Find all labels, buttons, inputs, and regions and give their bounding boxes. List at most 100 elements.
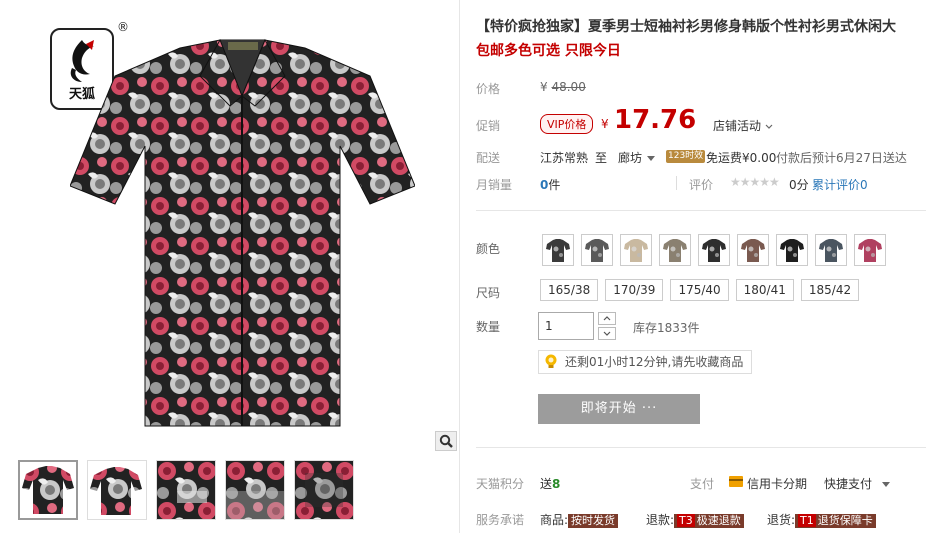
credit-card-icon [729, 476, 743, 487]
dropdown-arrow-icon [882, 482, 891, 487]
size-option[interactable]: 175/40 [670, 279, 729, 301]
credit-installment-link[interactable]: 信用卡分期 [747, 475, 807, 492]
quantity-input[interactable]: 1 [538, 312, 594, 340]
thumbnail-image [20, 462, 76, 518]
shirt-thumbnail-icon [702, 239, 726, 262]
product-title: 【特价疯抢独家】夏季男士短袖衬衫男修身韩版个性衬衫男式休闲大 [476, 19, 896, 35]
thumbnail-3[interactable] [156, 460, 216, 520]
thumbnail-4[interactable] [225, 460, 285, 520]
rating-value: 0分 [789, 178, 809, 192]
chevron-up-icon [603, 316, 611, 321]
notice-text: 还剩01小时12分钟,请先收藏商品 [565, 355, 744, 369]
size-label: 尺码 [476, 286, 501, 300]
quantity-label: 数量 [476, 320, 501, 334]
thumbnail-2[interactable] [87, 460, 147, 520]
sale-countdown-notice: 还剩01小时12分钟,请先收藏商品 [538, 350, 753, 374]
vip-price-tag: VIP价格 [540, 114, 594, 134]
shirt-thumbnail-icon [624, 239, 648, 262]
color-options [542, 234, 886, 266]
divider [676, 176, 677, 190]
quantity-decrease-button[interactable] [598, 327, 616, 340]
store-activity-label: 店铺活动 [713, 119, 762, 133]
shirt-thumbnail-icon [780, 239, 804, 262]
divider [476, 210, 926, 211]
shirt-thumbnail-icon [858, 239, 882, 262]
product-gallery: 天狐 ® [10, 6, 458, 451]
stock-count: 库存1833件 [633, 321, 700, 335]
thumbnail-image [226, 461, 284, 519]
points-value: 送8 [540, 475, 560, 492]
original-price-value: 48.00 [551, 80, 586, 94]
quick-pay-dropdown[interactable]: 快捷支付 [824, 475, 891, 492]
thumbnail-list [18, 460, 354, 520]
divider [476, 447, 926, 448]
promo-currency: ¥ [601, 117, 609, 131]
shirt-thumbnail-icon [585, 239, 609, 262]
size-option[interactable]: 180/41 [735, 279, 794, 301]
color-swatch[interactable] [581, 234, 613, 266]
goods-promise: 商品: 按时发货 [540, 511, 619, 528]
color-swatch[interactable] [698, 234, 730, 266]
shipping-label: 配送 [476, 151, 501, 165]
rating-stars-icon: ★★★★★ [730, 175, 780, 189]
points-prefix: 送 [540, 477, 553, 491]
registered-mark: ® [117, 20, 129, 34]
cumulative-reviews-link[interactable]: 累计评价0 [812, 176, 868, 193]
color-swatch[interactable] [776, 234, 808, 266]
return-card-tag[interactable]: T1 退货保障卡 [795, 514, 876, 528]
size-option[interactable]: 165/38 [540, 279, 599, 301]
on-time-shipping-tag[interactable]: 按时发货 [568, 514, 619, 528]
refund-tag-text: 极速退款 [696, 514, 741, 527]
quick-pay-label: 快捷支付 [824, 477, 873, 491]
main-product-image [70, 38, 415, 427]
price-label: 价格 [476, 82, 501, 96]
dropdown-arrow-icon [647, 156, 656, 161]
monthly-sales-label: 月销量 [476, 178, 513, 192]
refund-badge: T3 [677, 514, 695, 527]
service-promise-label: 服务承诺 [476, 513, 525, 527]
thumbnail-image [157, 461, 215, 519]
thumbnail-image [88, 461, 146, 519]
active-indicator [44, 460, 56, 461]
ship-to-value: 廊坊 [618, 151, 643, 165]
refund-label: 退款: [646, 513, 675, 527]
size-option[interactable]: 185/42 [800, 279, 860, 301]
zoom-button[interactable] [435, 431, 457, 451]
ship-to-label: 至 [595, 151, 608, 165]
chevron-down-icon [603, 331, 611, 336]
delivery-estimate: 付款后预计6月27日送达 [776, 151, 907, 165]
return-label: 退货: [767, 513, 796, 527]
return-promise: 退货: T1 退货保障卡 [767, 511, 876, 528]
promo-price: 17.76 [614, 105, 697, 135]
quantity-increase-button[interactable] [598, 312, 616, 325]
return-tag-text: 退货保障卡 [817, 514, 873, 527]
color-swatch[interactable] [815, 234, 847, 266]
product-subtitle: 包邮多色可选 只限今日 [476, 43, 621, 59]
store-activity-dropdown[interactable]: 店铺活动 [713, 117, 773, 134]
ship-to-selector[interactable]: 廊坊 [618, 149, 656, 166]
points-number: 8 [552, 477, 561, 491]
color-swatch[interactable] [854, 234, 886, 266]
shipping-fee: 免运费¥0.00 [706, 151, 777, 165]
refund-promise: 退款: T3 极速退款 [646, 511, 744, 528]
payment-label: 支付 [690, 477, 715, 491]
monthly-sales: 0件 [540, 176, 560, 193]
thumbnail-5[interactable] [294, 460, 354, 520]
goods-label: 商品: [540, 513, 569, 527]
delivery-badge: 123时效 [666, 150, 706, 163]
rating-label: 评价 [689, 178, 714, 192]
thumbnail-image [295, 461, 353, 519]
color-swatch[interactable] [620, 234, 652, 266]
shirt-thumbnail-icon [546, 239, 570, 262]
thumbnail-1[interactable] [18, 460, 78, 520]
size-option[interactable]: 170/39 [605, 279, 664, 301]
fast-refund-tag[interactable]: T3 极速退款 [674, 514, 744, 528]
points-label: 天猫积分 [476, 477, 525, 491]
return-badge: T1 [798, 514, 816, 527]
shirt-thumbnail-icon [663, 239, 687, 262]
color-swatch[interactable] [542, 234, 574, 266]
color-swatch[interactable] [737, 234, 769, 266]
coming-soon-button[interactable]: 即将开始 ··· [538, 394, 700, 424]
color-swatch[interactable] [659, 234, 691, 266]
magnifier-icon [439, 434, 453, 448]
